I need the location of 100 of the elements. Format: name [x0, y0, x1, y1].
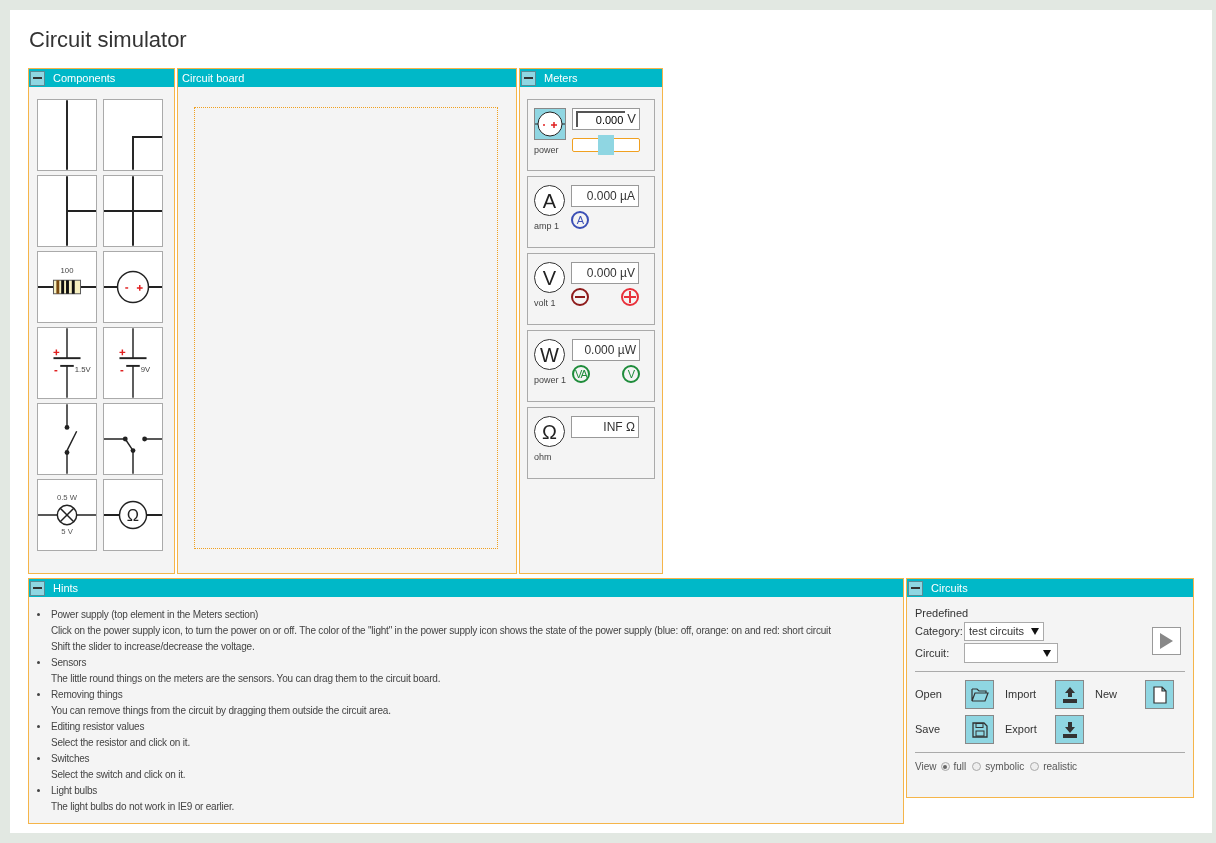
- sensor[interactable]: VA: [572, 365, 591, 383]
- meter-reading: 0.000 µV: [571, 262, 639, 284]
- hint-text: Shift the slider to increase/decrease the voltage.: [51, 640, 256, 654]
- changeover-switch-symbol-icon: [104, 436, 162, 474]
- lamp-tile[interactable]: 0.5 W 5 V: [37, 479, 97, 551]
- battery-tile[interactable]: 9V: [103, 327, 163, 399]
- hint-title: Removing things: [51, 688, 124, 702]
- action-label: New: [1095, 687, 1118, 703]
- hint-title: Editing resistor values: [51, 720, 146, 734]
- voltage-unit: V: [627, 110, 636, 129]
- cross-wire-symbol-icon: [104, 176, 162, 246]
- radio-label: full: [953, 760, 967, 774]
- meter-symbol: W: [534, 339, 565, 370]
- minus-sensor-icon[interactable]: [571, 288, 589, 306]
- switch-symbol-icon: [64, 404, 78, 474]
- switch-tile[interactable]: [37, 403, 97, 475]
- action-label: Export: [1005, 722, 1038, 738]
- field-label: Category:: [915, 624, 964, 640]
- dropdown-arrow-icon: [1043, 649, 1051, 657]
- hint-text: Click on the power supply icon, to turn the power on or off. The color of the "light" in the power supply icon shows the state of the power supply (blue: off, orange: on and red: short circuit: [51, 624, 831, 638]
- view-label: View: [915, 760, 937, 774]
- download-icon: [1061, 720, 1078, 739]
- battery-tile[interactable]: 1.5V: [37, 327, 97, 399]
- dropdown-arrow-icon: [1031, 628, 1039, 635]
- voltage-slider[interactable]: [572, 138, 640, 152]
- bullet-icon: [37, 613, 40, 616]
- resistor-tile[interactable]: 100: [37, 251, 97, 323]
- panel-title: Meters: [544, 70, 578, 86]
- wire-symbol-icon: [66, 100, 68, 170]
- meter-label: ohm: [534, 451, 553, 464]
- radio-button[interactable]: [972, 762, 982, 771]
- radio-label: symbolic: [985, 760, 1025, 774]
- radio-label: realistic: [1043, 760, 1078, 774]
- hint-text: The little round things on the meters are the sensors. You can drag them to the circuit board.: [51, 672, 441, 686]
- hint-title: Power supply (top element in the Meters section): [51, 608, 260, 622]
- meter-label: power: [534, 144, 560, 157]
- section-heading: Predefined: [915, 607, 970, 620]
- hint-title: Sensors: [51, 656, 88, 670]
- meter-symbol: Ω: [534, 416, 565, 447]
- meter-symbol: V: [534, 262, 565, 293]
- hint-text: Select the resistor and click on it.: [51, 736, 190, 750]
- corner-wire-tile[interactable]: [103, 99, 163, 171]
- hint-text: You can remove things from the circuit by dragging them outside the circuit area.: [51, 704, 391, 718]
- panel-title: Hints: [53, 580, 79, 596]
- hint-text: The light bulbs do not work in IE9 or earlier.: [51, 800, 235, 814]
- panel-title: Components: [53, 70, 116, 86]
- export-button[interactable]: [1055, 715, 1084, 744]
- meter-label: power 1: [534, 374, 567, 387]
- bullet-icon: [37, 661, 40, 664]
- corner-wire-symbol-icon: [132, 135, 162, 170]
- action-label: Import: [1005, 687, 1038, 703]
- meter-reading: INF Ω: [571, 416, 639, 438]
- play-icon: [1160, 633, 1173, 649]
- bullet-icon: [37, 693, 40, 696]
- page-title: Circuit simulator: [29, 26, 188, 54]
- collapse-button[interactable]: [30, 580, 45, 596]
- upload-icon: [1061, 685, 1078, 704]
- ohmmeter-tile[interactable]: Ω: [103, 479, 163, 551]
- radio-button[interactable]: [1030, 762, 1040, 771]
- power-source-icon: [535, 109, 565, 139]
- category-select[interactable]: test circuits: [964, 622, 1044, 641]
- slider-thumb[interactable]: [598, 135, 614, 155]
- hint-text: Select the switch and click on it.: [51, 768, 186, 782]
- panel-title: Circuit board: [182, 70, 245, 86]
- cross-wire-tile[interactable]: [103, 175, 163, 247]
- changeover-switch-tile[interactable]: [103, 403, 163, 475]
- collapse-button[interactable]: [30, 70, 45, 86]
- import-button[interactable]: [1055, 680, 1084, 709]
- collapse-button[interactable]: [908, 580, 923, 596]
- voltage-field[interactable]: 0.000 V: [572, 108, 640, 130]
- tee-wire-symbol-icon: [66, 176, 96, 246]
- wire-tile[interactable]: [37, 99, 97, 171]
- meter-reading: 0.000 µW: [572, 339, 641, 361]
- bullet-icon: [37, 789, 40, 792]
- bullet-icon: [37, 725, 40, 728]
- folder-icon: [970, 687, 989, 702]
- voltage-value: 0.000: [576, 111, 626, 127]
- action-label: Open: [915, 687, 943, 703]
- tee-wire-tile[interactable]: [37, 175, 97, 247]
- bullet-icon: [37, 757, 40, 760]
- action-label: Save: [915, 722, 942, 738]
- hint-title: Light bulbs: [51, 784, 99, 798]
- plus-sensor-icon[interactable]: [621, 288, 639, 306]
- power-supply-button[interactable]: [534, 108, 566, 140]
- panel-title: Circuits: [931, 580, 968, 596]
- play-button[interactable]: [1152, 627, 1181, 655]
- meter-label: amp 1: [534, 220, 560, 233]
- sensor[interactable]: V: [622, 365, 641, 383]
- open-button[interactable]: [965, 680, 994, 709]
- new-button[interactable]: [1145, 680, 1174, 709]
- radio-button[interactable]: [940, 762, 950, 771]
- collapse-button[interactable]: [521, 70, 536, 86]
- sensor[interactable]: A: [571, 211, 589, 229]
- power-source-tile[interactable]: [103, 251, 163, 323]
- meter-reading: 0.000 µA: [571, 185, 639, 207]
- meter-symbol: A: [534, 185, 565, 216]
- file-icon: [1152, 685, 1167, 704]
- save-button[interactable]: [965, 715, 994, 744]
- power-source-symbol-icon: [104, 270, 162, 304]
- field-label: Circuit:: [915, 645, 951, 661]
